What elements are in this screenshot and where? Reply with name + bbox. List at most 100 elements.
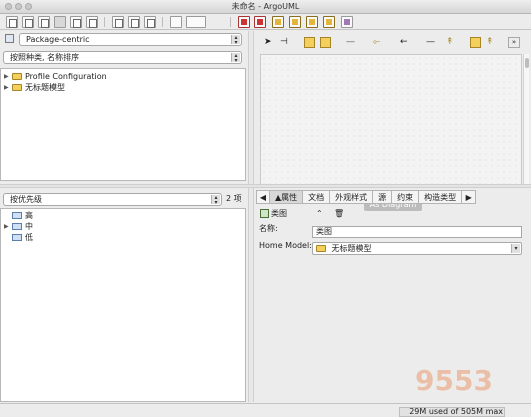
vertical-splitter[interactable] xyxy=(248,31,254,402)
todo-group-select[interactable]: 按优先级 ▴ ▾ xyxy=(3,193,222,206)
tree-item[interactable]: ▶ 无标题模型 xyxy=(4,82,65,93)
new-project-icon[interactable] xyxy=(6,16,18,28)
todo-priority-item[interactable]: 低 xyxy=(4,232,33,243)
aggregation-icon[interactable]: ⟜ xyxy=(373,37,384,48)
name-field[interactable]: 类图 xyxy=(312,226,522,238)
delete-trash-icon[interactable]: 🗑 xyxy=(334,208,344,219)
sort-order-select[interactable]: 按照种类, 名称排序 ▴ ▾ xyxy=(3,51,242,64)
interface-icon[interactable] xyxy=(470,37,481,48)
diagram-canvas[interactable] xyxy=(260,54,522,187)
new-usecase-diagram-icon[interactable] xyxy=(254,16,266,28)
explorer-panel: Package-centric ▴ ▾ 按照种类, 名称排序 ▴ ▾ ▶ Profi… xyxy=(0,31,246,182)
tree-item-label: 无标题模型 xyxy=(25,83,65,92)
export-icon[interactable] xyxy=(70,16,82,28)
priority-folder-icon xyxy=(12,212,22,219)
name-field-label: 名称: xyxy=(259,224,278,233)
new-deployment-diagram-icon[interactable] xyxy=(323,16,335,28)
tab-stereotype[interactable]: 构造类型 xyxy=(419,190,463,204)
folder-icon xyxy=(12,84,22,91)
tab-source[interactable]: 源 xyxy=(373,190,393,204)
save-project-icon[interactable] xyxy=(38,16,50,28)
tab-presentation[interactable]: 外观样式 xyxy=(330,190,374,204)
chevron-updown-icon: ▴ ▾ xyxy=(231,53,240,64)
sort-order-value: 按照种类, 名称排序 xyxy=(10,53,80,62)
tab-scroll-right-icon[interactable]: ▶ xyxy=(462,190,477,204)
find-icon[interactable] xyxy=(170,16,182,28)
diagram-vertical-scrollbar[interactable] xyxy=(523,54,529,187)
new-class-diagram-icon[interactable] xyxy=(238,16,250,28)
window-controls[interactable] xyxy=(5,3,32,10)
more-tools-icon[interactable]: » xyxy=(508,37,520,48)
diagram-panel: ➤ ⊣ — ⟜ ← — ↟ ↟ » As Diagram xyxy=(256,31,531,211)
main-toolbar xyxy=(0,14,531,30)
zoom-window-icon[interactable] xyxy=(25,3,32,10)
watermark-logo: 9553 xyxy=(415,364,493,397)
priority-folder-icon xyxy=(12,223,22,230)
generalization-icon[interactable]: — xyxy=(426,37,437,48)
explorer-tree[interactable]: ▶ Profile Configuration ▶ 无标题模型 xyxy=(0,68,246,181)
broom-icon[interactable]: ⊣ xyxy=(280,37,291,48)
perspective-select-value: Package-centric xyxy=(26,35,90,44)
minimize-window-icon[interactable] xyxy=(15,3,22,10)
todo-priority-item[interactable]: ▶ 中 xyxy=(4,221,33,232)
todo-priority-item[interactable]: 高 xyxy=(4,210,33,221)
dependency-icon[interactable]: ← xyxy=(400,37,411,48)
home-model-value: 无标题模型 xyxy=(331,244,372,253)
toolbar-divider xyxy=(230,17,231,27)
new-collaboration-diagram-icon[interactable] xyxy=(306,16,318,28)
folder-icon xyxy=(12,73,22,80)
expand-arrow-icon[interactable]: ▶ xyxy=(4,71,12,82)
todo-priority-label: 低 xyxy=(25,233,33,242)
details-tabs: ◀ ▲属性 文档 外观样式 源 约束 构造类型 ▶ xyxy=(256,190,531,204)
delete-icon[interactable] xyxy=(128,16,140,28)
diagram-toolbar: ➤ ⊣ — ⟜ ← — ↟ ↟ » xyxy=(256,36,531,50)
stereotype-icon[interactable]: ↟ xyxy=(486,37,497,48)
home-model-label: Home Model: xyxy=(259,241,312,250)
expand-arrow-icon[interactable]: ▶ xyxy=(4,82,12,93)
new-activity-diagram-icon[interactable] xyxy=(289,16,301,28)
navigate-up-icon[interactable]: ⌃ xyxy=(316,208,323,219)
toolbar-divider xyxy=(162,17,163,27)
memory-usage-text: 29M used of 505M max xyxy=(409,407,503,416)
close-window-icon[interactable] xyxy=(5,3,12,10)
chevron-down-icon: ▾ xyxy=(511,244,520,253)
new-state-diagram-icon[interactable] xyxy=(272,16,284,28)
window-title: 未命名 - ArgoUML xyxy=(231,2,300,11)
scrollbar-thumb[interactable] xyxy=(525,58,529,68)
package-icon[interactable] xyxy=(304,37,315,48)
priority-folder-icon xyxy=(12,234,22,241)
zoom-icon[interactable] xyxy=(186,16,206,28)
chevron-updown-icon: ▴ ▾ xyxy=(231,35,240,46)
class-diagram-icon xyxy=(260,209,269,218)
tab-documentation[interactable]: 文档 xyxy=(303,190,331,204)
perspective-config-icon[interactable] xyxy=(5,34,14,43)
tab-properties[interactable]: ▲属性 xyxy=(270,190,304,204)
expand-arrow-icon[interactable]: ▶ xyxy=(4,221,12,232)
tab-constraints[interactable]: 约束 xyxy=(392,190,420,204)
toolbar-divider xyxy=(104,17,105,27)
todo-tree[interactable]: 高 ▶ 中 低 xyxy=(0,208,246,402)
todo-group-value: 按优先级 xyxy=(10,195,42,204)
association-icon[interactable]: — xyxy=(346,37,357,48)
tree-item[interactable]: ▶ Profile Configuration xyxy=(4,71,107,82)
status-bar: 29M used of 505M max xyxy=(0,403,531,417)
print-icon[interactable] xyxy=(86,16,98,28)
realization-icon[interactable]: ↟ xyxy=(446,37,457,48)
tree-item-label: Profile Configuration xyxy=(25,72,107,81)
open-project-icon[interactable] xyxy=(22,16,34,28)
select-arrow-icon[interactable]: ➤ xyxy=(264,37,275,48)
new-sequence-diagram-icon[interactable] xyxy=(341,16,353,28)
cut-icon[interactable] xyxy=(112,16,124,28)
horizontal-splitter[interactable] xyxy=(0,184,531,188)
home-model-select[interactable]: 无标题模型 ▾ xyxy=(312,242,522,255)
tab-scroll-left-icon[interactable]: ◀ xyxy=(256,190,270,204)
import-icon[interactable] xyxy=(54,16,66,28)
perspective-select[interactable]: Package-centric ▴ ▾ xyxy=(19,33,242,46)
title-bar: 未命名 - ArgoUML xyxy=(0,0,531,14)
chevron-updown-icon: ▴ ▾ xyxy=(211,195,220,206)
todo-count: 2 项 xyxy=(226,194,242,203)
element-type-label: 类图 xyxy=(271,209,287,218)
paste-icon[interactable] xyxy=(144,16,156,28)
todo-priority-label: 高 xyxy=(25,211,33,220)
class-icon[interactable] xyxy=(320,37,331,48)
